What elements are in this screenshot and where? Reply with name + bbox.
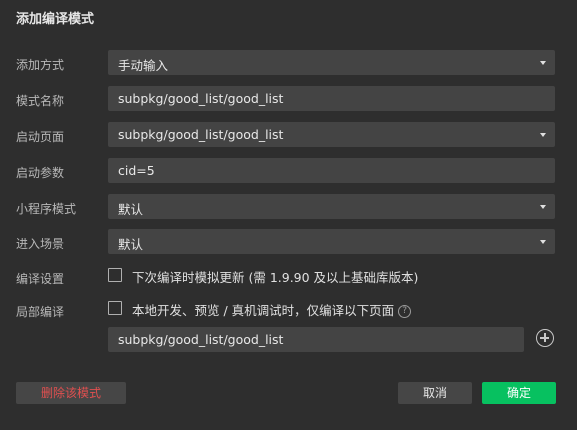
launch-params-row: 启动参数 cid=5 [0,158,577,184]
launch-page-label: 启动页面 [16,130,65,144]
add-method-value: 手动输入 [118,58,169,73]
dropdown-arrow-icon [540,61,546,65]
launch-params-input[interactable]: cid=5 [108,158,555,183]
dialog-title: 添加编译模式 [16,12,95,27]
mode-name-row: 模式名称 subpkg/good_list/good_list [0,86,577,112]
launch-page-select[interactable]: subpkg/good_list/good_list [108,122,555,147]
cancel-button[interactable]: 取消 [398,382,472,404]
help-icon[interactable]: ? [398,305,412,318]
enter-scene-select[interactable]: 默认 [108,229,555,254]
compile-mode-dialog: 添加编译模式 添加方式 手动输入 模式名称 subpkg/good_list/g… [0,0,577,430]
delete-mode-button[interactable]: 删除该模式 [16,382,126,404]
mode-name-input[interactable]: subpkg/good_list/good_list [108,86,555,111]
enter-scene-row: 进入场景 默认 [0,229,577,255]
add-method-label: 添加方式 [16,58,65,72]
partial-compile-text-wrap: 本地开发、预览 / 真机调试时，仅编译以下页面? [132,300,412,319]
dropdown-arrow-icon [540,240,546,244]
add-method-select[interactable]: 手动输入 [108,50,555,75]
miniprogram-mode-value: 默认 [118,202,144,217]
partial-compile-page-input[interactable]: subpkg/good_list/good_list [108,327,524,352]
simulate-update-text: 下次编译时模拟更新 (需 1.9.90 及以上基础库版本) [132,270,419,285]
partial-compile-page-value: subpkg/good_list/good_list [118,332,284,347]
launch-page-value: subpkg/good_list/good_list [118,127,284,142]
dropdown-arrow-icon [540,133,546,137]
mode-name-label: 模式名称 [16,94,65,108]
compile-settings-row: 编译设置 下次编译时模拟更新 (需 1.9.90 及以上基础库版本) [0,264,577,290]
dropdown-arrow-icon [540,205,546,209]
launch-params-value: cid=5 [118,163,155,178]
launch-page-row: 启动页面 subpkg/good_list/good_list [0,122,577,148]
ok-button[interactable]: 确定 [482,382,556,404]
miniprogram-mode-select[interactable]: 默认 [108,194,555,219]
partial-compile-label: 局部编译 [16,305,65,319]
enter-scene-value: 默认 [118,237,144,252]
miniprogram-mode-row: 小程序模式 默认 [0,194,577,220]
add-page-icon[interactable] [536,329,554,347]
partial-compile-text: 本地开发、预览 / 真机调试时，仅编译以下页面 [132,303,395,318]
partial-compile-row: 局部编译 本地开发、预览 / 真机调试时，仅编译以下页面? [0,297,577,323]
compile-settings-label: 编译设置 [16,272,65,286]
partial-compile-checkbox[interactable] [108,301,122,315]
launch-params-label: 启动参数 [16,166,65,180]
miniprogram-mode-label: 小程序模式 [16,202,77,216]
simulate-update-checkbox[interactable] [108,268,122,282]
enter-scene-label: 进入场景 [16,237,65,251]
mode-name-value: subpkg/good_list/good_list [118,91,284,106]
add-method-row: 添加方式 手动输入 [0,50,577,76]
